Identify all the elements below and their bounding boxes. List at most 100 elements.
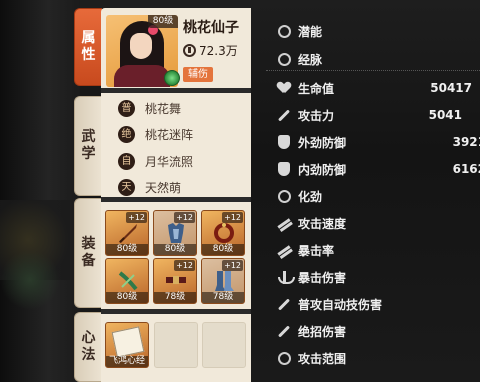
tab-label: 装备 bbox=[81, 236, 96, 269]
equip-slot-weapon[interactable]: +12 80级 bbox=[105, 210, 149, 256]
skill-item[interactable]: 普 桃花舞 bbox=[118, 95, 248, 122]
meridian-row[interactable]: 经脉 bbox=[268, 46, 480, 72]
equip-level: 80级 bbox=[106, 292, 148, 303]
attribute-label: 普攻自动技伤害 bbox=[298, 297, 383, 312]
speed-icon bbox=[276, 215, 292, 231]
enhance-level: +12 bbox=[222, 212, 243, 223]
scroll-icon bbox=[111, 326, 145, 358]
belt-icon bbox=[166, 276, 186, 284]
attribute-label: 外劲防御 bbox=[298, 135, 347, 150]
skill-type-icon: 自 bbox=[118, 152, 135, 170]
section-divider bbox=[101, 309, 251, 314]
tab-heart-method[interactable]: 心法 bbox=[74, 312, 102, 382]
attribute-label: 攻击力 bbox=[298, 108, 335, 123]
sword-icon bbox=[276, 323, 292, 339]
blade-icon bbox=[119, 224, 137, 243]
section-divider bbox=[101, 88, 251, 93]
shield-icon bbox=[276, 134, 292, 150]
attribute-row-crit-rate[interactable]: 暴击率 bbox=[268, 237, 480, 263]
attribute-row-outer-defense[interactable]: 外劲防御 3921 bbox=[268, 129, 480, 155]
meridian-icon bbox=[276, 51, 292, 67]
skill-name: 桃花舞 bbox=[145, 101, 182, 116]
enhance-level: +12 bbox=[174, 212, 195, 223]
equip-level: 80级 bbox=[106, 244, 148, 255]
sword-icon bbox=[276, 107, 292, 123]
attribute-label: 生命值 bbox=[298, 81, 335, 96]
tab-label: 心法 bbox=[81, 330, 96, 363]
equip-slot-boots[interactable]: +12 78级 bbox=[201, 258, 245, 304]
attribute-row-attack[interactable]: 攻击力 5041 bbox=[268, 102, 480, 128]
heart-method-slot[interactable]: 飞鸿心经 bbox=[105, 322, 149, 368]
equip-slot-bracelet[interactable]: +12 80级 bbox=[201, 210, 245, 256]
role-tag: 辅伤 bbox=[183, 67, 213, 82]
equip-level: 78级 bbox=[202, 292, 244, 303]
tab-label: 武学 bbox=[81, 129, 96, 162]
tab-equipment[interactable]: 装备 bbox=[74, 198, 102, 308]
enhance-level: +12 bbox=[222, 260, 243, 271]
attribute-label: 暴击伤害 bbox=[298, 270, 347, 285]
attribute-value: 3921 bbox=[452, 135, 480, 149]
anchor-icon bbox=[276, 269, 295, 285]
skill-item[interactable]: 自 月华流照 bbox=[118, 148, 248, 175]
boots-icon bbox=[215, 271, 234, 291]
skill-type-icon: 绝 bbox=[118, 126, 135, 144]
circle-icon bbox=[276, 188, 292, 204]
attribute-label: 经脉 bbox=[298, 52, 323, 67]
attribute-label: 攻击范围 bbox=[298, 351, 347, 366]
heart-method-empty-slot[interactable] bbox=[202, 322, 246, 368]
attribute-row-crit-damage[interactable]: 暴击伤害 bbox=[268, 264, 480, 290]
skill-list: 普 桃花舞 绝 桃花迷阵 自 月华流照 天 天然萌 bbox=[118, 95, 248, 201]
equip-level: 80级 bbox=[154, 244, 196, 255]
heart-method-empty-slot[interactable] bbox=[154, 322, 198, 368]
attribute-row-hp[interactable]: 生命值 50417 bbox=[268, 75, 480, 101]
skill-name: 月华流照 bbox=[145, 154, 194, 169]
equip-level: 80级 bbox=[202, 244, 244, 255]
armor-icon bbox=[168, 223, 184, 243]
equip-level: 78级 bbox=[154, 292, 196, 303]
level-badge: 80级 bbox=[148, 15, 178, 28]
attribute-value: 50417 bbox=[430, 81, 472, 95]
equip-slot-belt[interactable]: +12 78级 bbox=[153, 258, 197, 304]
combat-power-value: 72.3万 bbox=[199, 44, 238, 58]
character-card: 80级 桃花仙子 72.3万 辅伤 bbox=[103, 11, 249, 87]
attribute-label: 潜能 bbox=[298, 24, 323, 39]
sect-icon bbox=[164, 70, 180, 86]
skill-name: 天然萌 bbox=[145, 181, 182, 196]
attribute-row-ultimate-damage[interactable]: 绝招伤害 bbox=[268, 318, 480, 344]
attribute-label: 化劲 bbox=[298, 189, 323, 204]
skill-type-icon: 天 bbox=[118, 179, 135, 197]
skill-item[interactable]: 绝 桃花迷阵 bbox=[118, 122, 248, 149]
bracelet-icon bbox=[214, 223, 234, 243]
character-name: 桃花仙子 bbox=[183, 20, 239, 36]
attribute-row-auto-skill-damage[interactable]: 普攻自动技伤害 bbox=[268, 291, 480, 317]
attribute-row-inner-defense[interactable]: 内劲防御 6162 bbox=[268, 156, 480, 182]
skill-type-icon: 普 bbox=[118, 99, 135, 117]
tab-martial-arts[interactable]: 武学 bbox=[74, 96, 102, 196]
equip-slot-sash[interactable]: 80级 bbox=[105, 258, 149, 304]
attribute-row-attack-range[interactable]: 攻击范围 bbox=[268, 345, 480, 371]
tab-label: 属性 bbox=[81, 30, 96, 63]
attribute-row-deflect[interactable]: 化劲 bbox=[268, 183, 480, 209]
tab-rail: 属性 武学 装备 心法 bbox=[74, 0, 102, 382]
enhance-level: +12 bbox=[174, 260, 195, 271]
attribute-row-attack-speed[interactable]: 攻击速度 bbox=[268, 210, 480, 236]
circle-icon bbox=[276, 350, 292, 366]
power-icon bbox=[183, 44, 196, 57]
equip-slot-armor[interactable]: +12 80级 bbox=[153, 210, 197, 256]
sword-icon bbox=[276, 296, 292, 312]
attribute-label: 绝招伤害 bbox=[298, 324, 347, 339]
attribute-label: 攻击速度 bbox=[298, 216, 347, 231]
enhance-level: +12 bbox=[126, 212, 147, 223]
potential-row[interactable]: 潜能 bbox=[268, 18, 480, 44]
sash-icon bbox=[118, 271, 138, 291]
potential-icon bbox=[276, 23, 292, 39]
skill-item[interactable]: 天 天然萌 bbox=[118, 175, 248, 202]
combat-power: 72.3万 bbox=[183, 42, 238, 59]
crit-icon bbox=[276, 242, 292, 258]
attribute-label: 暴击率 bbox=[298, 243, 335, 258]
tab-attributes[interactable]: 属性 bbox=[74, 8, 102, 86]
heart-icon bbox=[276, 80, 292, 96]
heart-method-name: 飞鸿心经 bbox=[106, 356, 148, 367]
attribute-value: 5041 bbox=[428, 108, 462, 122]
shield-icon bbox=[276, 161, 292, 177]
